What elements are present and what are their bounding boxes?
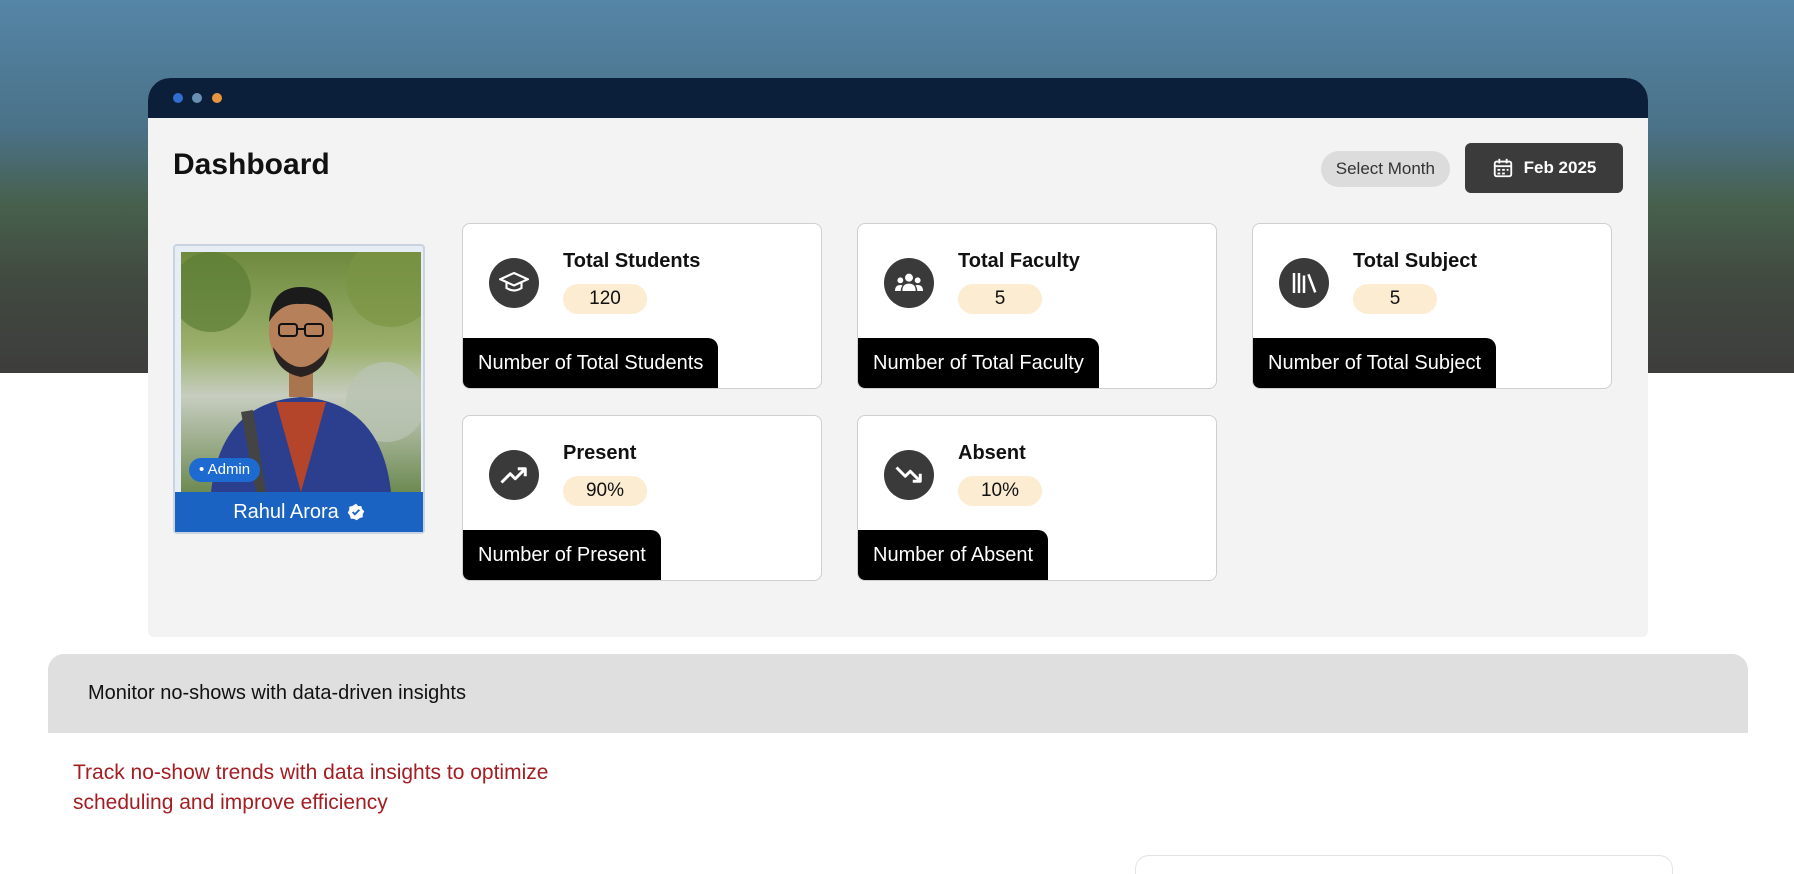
section-heading: Monitor no-shows with data-driven insigh… <box>48 654 1748 733</box>
graduation-cap-icon <box>489 258 539 308</box>
stat-footer: Number of Total Students <box>463 338 719 388</box>
stat-title: Total Students <box>563 250 701 272</box>
select-month-label: Select Month <box>1320 151 1450 187</box>
window-dot-orange <box>212 93 222 103</box>
stat-value: 120 <box>563 284 647 314</box>
stat-footer: Number of Total Subject <box>1253 338 1497 388</box>
stat-card-absent[interactable]: Absent 10% Number of Absent <box>857 415 1217 581</box>
stat-title: Absent <box>958 442 1026 464</box>
books-icon <box>1279 258 1329 308</box>
no-show-insights-section: Monitor no-shows with data-driven insigh… <box>48 654 1748 874</box>
stat-footer: Number of Present <box>463 530 661 580</box>
stat-footer: Number of Absent <box>858 530 1049 580</box>
stat-title: Total Subject <box>1353 250 1478 272</box>
stat-card-present[interactable]: Present 90% Number of Present <box>462 415 822 581</box>
stat-footer: Number of Total Faculty <box>858 338 1099 388</box>
window-dot-blue <box>173 93 183 103</box>
profile-photo <box>181 252 421 492</box>
stat-value: 90% <box>563 476 647 506</box>
calendar-icon <box>1493 158 1512 178</box>
month-picker-button[interactable]: Feb 2025 <box>1465 143 1623 193</box>
window-dot-gray <box>192 93 202 103</box>
stat-card-total-subject[interactable]: Total Subject 5 Number of Total Subject <box>1252 223 1612 389</box>
stat-title: Total Faculty <box>958 250 1080 272</box>
stat-value: 5 <box>1353 284 1437 314</box>
dashboard-window: Dashboard Select Month Feb 2025 • Admin … <box>148 78 1648 637</box>
trend-up-icon <box>489 450 539 500</box>
window-titlebar <box>148 78 1648 118</box>
person-avatar-illustration <box>181 252 421 492</box>
month-picker-label: Feb 2025 <box>1523 158 1597 177</box>
stat-value: 10% <box>958 476 1042 506</box>
stat-card-total-faculty[interactable]: Total Faculty 5 Number of Total Faculty <box>857 223 1217 389</box>
users-icon <box>884 258 934 308</box>
section-body: Track no-show trends with data insights … <box>48 733 1748 874</box>
verified-icon <box>347 503 365 521</box>
profile-name-bar: Rahul Arora <box>175 492 423 532</box>
stat-card-total-students[interactable]: Total Students 120 Number of Total Stude… <box>462 223 822 389</box>
stat-value: 5 <box>958 284 1042 314</box>
stat-title: Present <box>563 442 637 464</box>
page-title: Dashboard <box>173 148 330 181</box>
section-description: Track no-show trends with data insights … <box>73 761 549 814</box>
role-badge: • Admin <box>189 458 261 482</box>
profile-card[interactable]: • Admin Rahul Arora <box>173 244 425 534</box>
profile-name: Rahul Arora <box>233 500 339 523</box>
trend-down-icon <box>884 450 934 500</box>
